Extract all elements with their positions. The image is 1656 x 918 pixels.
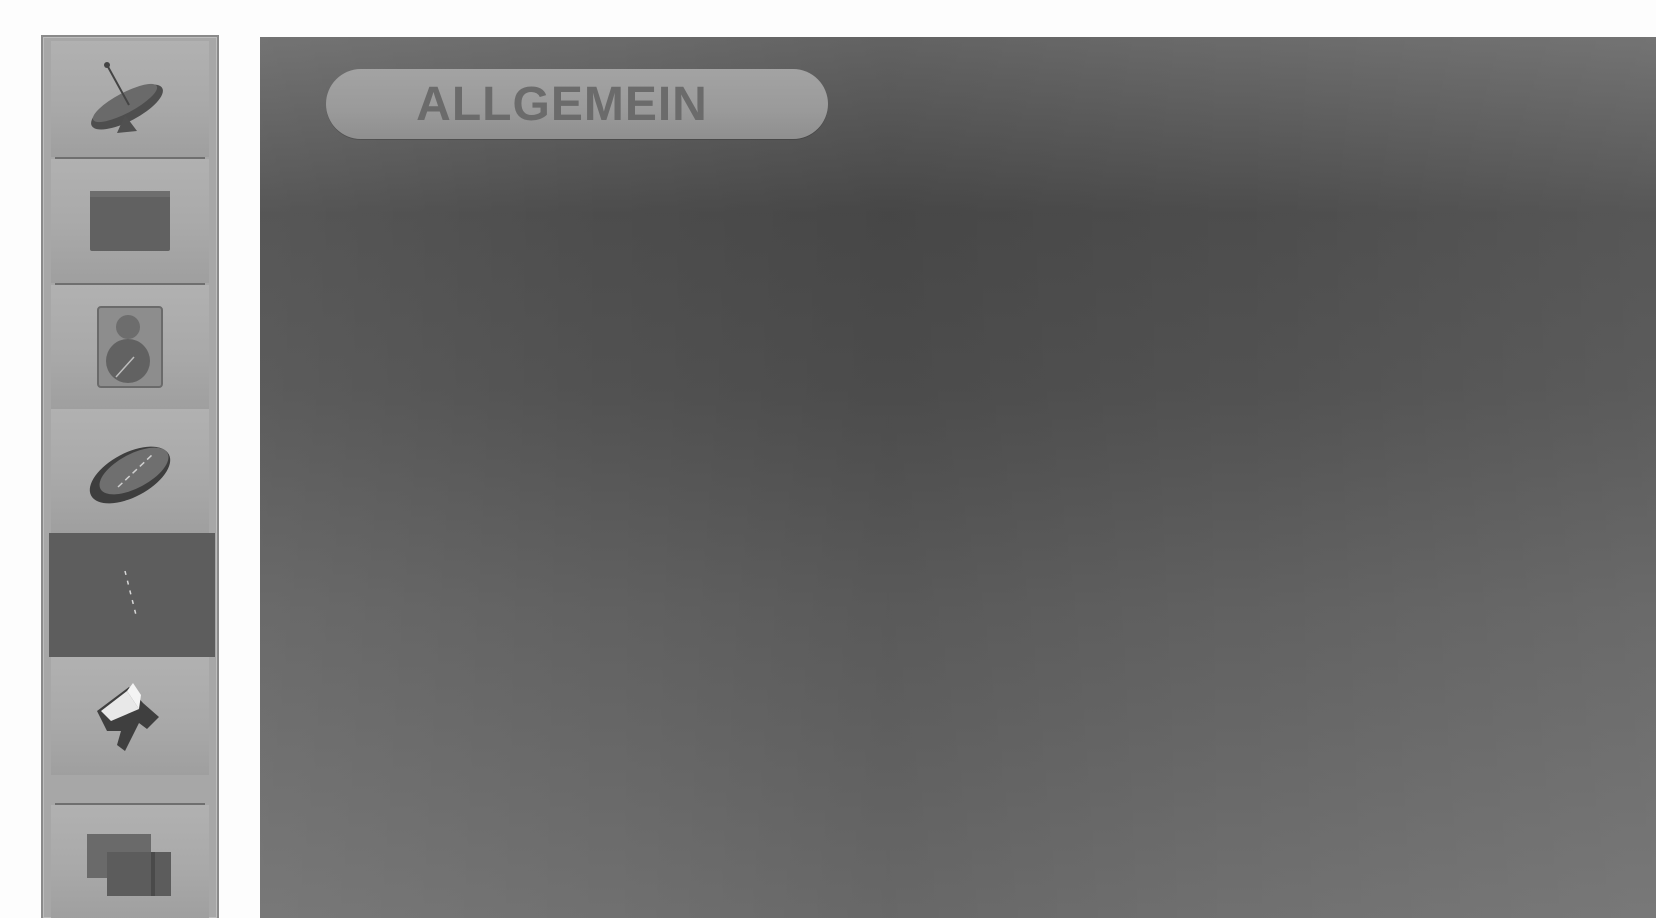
satellite-dish-icon [91, 62, 163, 133]
sidebar-item-picture[interactable] [51, 159, 209, 283]
sidebar-item-lock[interactable] [51, 409, 209, 533]
lock-lens-icon [89, 446, 171, 504]
setup-tools-icon [97, 683, 159, 751]
sidebar-item-setup[interactable] [51, 657, 209, 775]
general-settings-icon [124, 570, 138, 620]
sidebar-item-satellite[interactable] [51, 41, 209, 157]
main-panel: ALLGEMEIN [260, 37, 1656, 918]
sidebar-menu [41, 35, 219, 918]
menu-title-pill: ALLGEMEIN [326, 69, 828, 139]
osd-screen: ALLGEMEIN [0, 0, 1656, 918]
sidebar-item-window[interactable] [51, 805, 209, 918]
page-title: ALLGEMEIN [416, 77, 708, 131]
multi-window-icon [87, 833, 171, 896]
screen-icon [90, 191, 170, 251]
sidebar-item-general[interactable] [49, 533, 215, 657]
panel-shading [260, 37, 1656, 918]
sidebar-item-audio[interactable] [51, 285, 209, 409]
audio-speaker-icon [97, 306, 163, 388]
